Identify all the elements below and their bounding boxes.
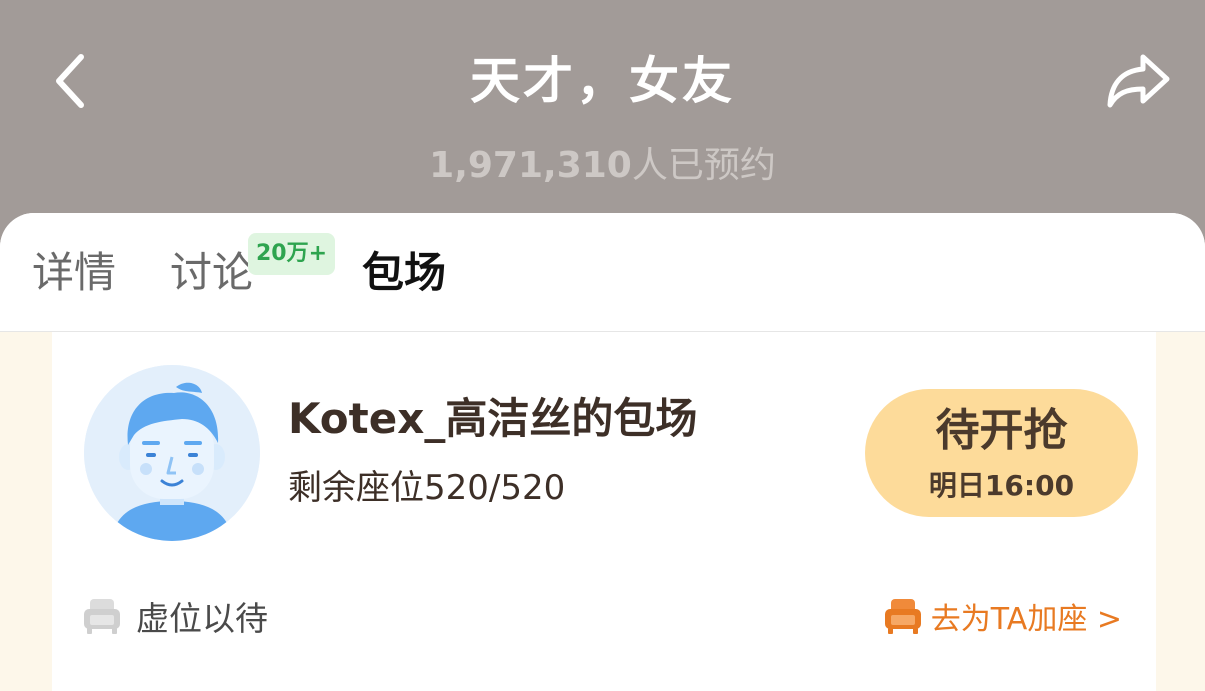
tab-private-screening[interactable]: 包场 [362, 243, 446, 303]
page-title: 天才，女友 [470, 52, 735, 110]
tab-discussion[interactable]: 讨论 [170, 243, 254, 303]
tab-details[interactable]: 详情 [32, 243, 116, 303]
waiting-status: 虚位以待 [82, 594, 268, 638]
waiting-label: 虚位以待 [136, 599, 268, 638]
reservation-count: 1,971,310 [429, 145, 632, 186]
top-bar: 天才，女友 1,971,310人已预约 [0, 0, 1205, 230]
reservation-suffix: 人已预约 [631, 145, 776, 186]
grab-seat-button[interactable]: 待开抢 明日16:00 [865, 389, 1138, 517]
share-arrow-icon [1105, 51, 1171, 111]
share-button[interactable] [1098, 46, 1178, 116]
private-screening-list: Kotex_高洁丝的包场 剩余座位520/520 待开抢 明日16:00 虚位以… [0, 332, 1205, 691]
screening-title: Kotex_高洁丝的包场 [288, 394, 698, 443]
add-seat-link[interactable]: 去为TA加座 > [883, 594, 1122, 638]
seats-remaining: 剩余座位520/520 [288, 468, 566, 508]
add-seat-label: 去为TA加座 > [930, 602, 1122, 637]
content-sheet: 详情 讨论 20万+ 包场 Kotex_高洁丝的包场 剩余座位520/520 待… [0, 213, 1205, 691]
grab-start-time: 明日16:00 [928, 469, 1075, 502]
default-avatar-icon [84, 365, 260, 541]
sofa-icon [883, 597, 923, 635]
tab-bar: 详情 讨论 20万+ 包场 [0, 213, 1205, 332]
discussion-count-badge: 20万+ [248, 233, 336, 275]
sofa-icon [82, 597, 122, 635]
reservation-info: 1,971,310人已预约 [0, 142, 1205, 190]
screening-card[interactable]: Kotex_高洁丝的包场 剩余座位520/520 待开抢 明日16:00 虚位以… [52, 332, 1156, 691]
grab-button-label: 待开抢 [935, 405, 1068, 456]
